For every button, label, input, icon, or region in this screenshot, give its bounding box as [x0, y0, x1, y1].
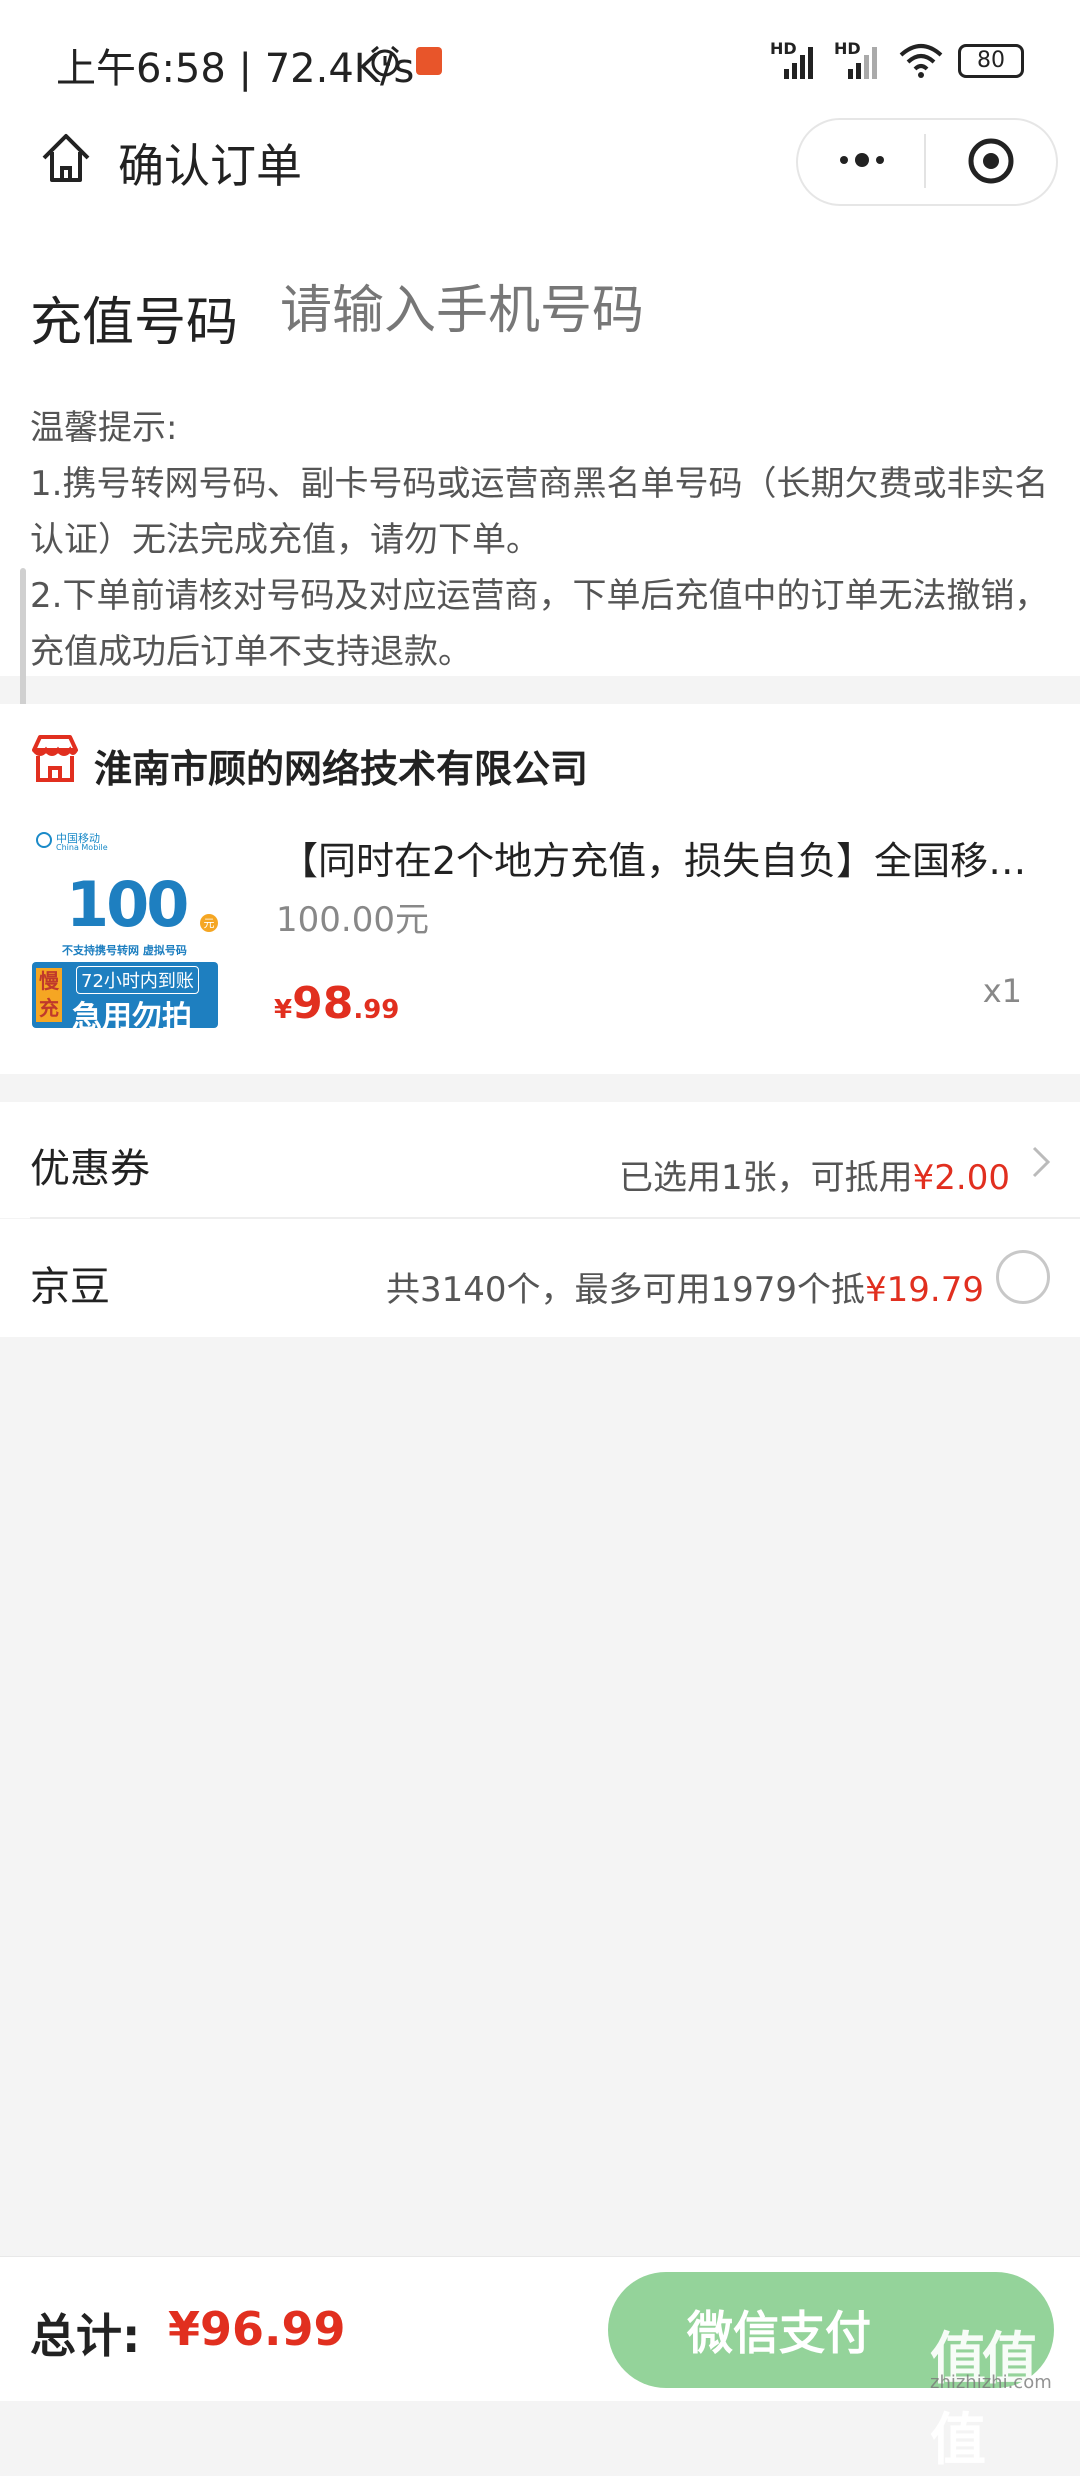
product-hours: 72小时内到账 [76, 966, 199, 994]
shop-name[interactable]: 淮南市顾的网络技术有限公司 [94, 738, 588, 793]
price-integer: 98 [292, 978, 354, 1029]
beans-value-amount: ¥19.79 [865, 1270, 984, 1310]
total-label: 总计: [30, 2309, 141, 2363]
beans-value: 共3140个，最多可用1979个抵¥19.79 [386, 1262, 984, 1311]
product-price: ¥98.99 [274, 978, 399, 1029]
battery-icon: 80 [958, 44, 1024, 78]
phone-label: 充值号码 [30, 293, 239, 353]
product-slogan: 急用勿拍 [72, 1000, 192, 1035]
product-title[interactable]: 【同时在2个地方充值，损失自负】全国移动话费100元 [280, 830, 1040, 885]
capsule-divider [924, 134, 926, 188]
phone-input[interactable] [278, 270, 1042, 352]
status-time-speed: 上午6:58 | 72.4K/s [56, 46, 415, 92]
product-note: 不支持携号转网 虚拟号码 [62, 944, 187, 957]
product-badge: 慢充 [36, 968, 62, 1022]
product-unit: 元 [200, 914, 218, 932]
more-icon[interactable] [832, 140, 892, 180]
shop-icon [28, 732, 82, 786]
coupon-value-text: 已选用1张，可抵用 [619, 1158, 913, 1198]
app-notification-icon [416, 47, 442, 75]
wifi-icon [898, 41, 944, 81]
tips-text: 温馨提示: 1.携号转网号码、副卡号码或运营商黑名单号码（长期欠费或非实名认证）… [30, 400, 1050, 680]
brand-logo: 中国移动 China Mobile [36, 830, 108, 860]
coupon-value-amount: ¥2.00 [912, 1158, 1010, 1198]
product-quantity: x1 [982, 972, 1022, 1010]
tips-line-2: 2.下单前请核对号码及对应运营商，下单后充值中的订单无法撤销，充值成功后订单不支… [30, 576, 1049, 672]
product-image[interactable]: 中国移动 China Mobile 100 元 不支持携号转网 虚拟号码 慢充 … [28, 822, 234, 1044]
watermark-sub: zhizhizhi.com [930, 2372, 1052, 2393]
price-decimal: .99 [353, 995, 400, 1025]
signal-1-icon: HD [770, 41, 820, 81]
close-target-icon[interactable] [966, 136, 1016, 186]
tips-line-1: 1.携号转网号码、副卡号码或运营商黑名单号码（长期欠费或非实名认证）无法完成充值… [30, 464, 1049, 560]
product-face-value: 100.00元 [276, 900, 429, 940]
alarm-icon [368, 44, 402, 78]
coupon-label: 优惠券 [30, 1146, 150, 1192]
product-amount: 100 [66, 868, 189, 941]
beans-radio[interactable] [996, 1250, 1050, 1304]
beans-label: 京豆 [30, 1264, 110, 1310]
home-icon[interactable] [36, 128, 96, 188]
product-banner: 慢充 72小时内到账 急用勿拍 [32, 962, 218, 1035]
total-value: ¥96.99 [168, 2302, 346, 2356]
page-title: 确认订单 [118, 139, 302, 193]
beans-value-text: 共3140个，最多可用1979个抵 [385, 1270, 866, 1310]
brand-en: China Mobile [56, 843, 108, 852]
tips-heading: 温馨提示: [30, 408, 178, 448]
status-icons: HD HD 80 [368, 38, 1024, 84]
signal-2-icon: HD [834, 41, 884, 81]
price-symbol: ¥ [274, 995, 293, 1025]
watermark: 值值值 [930, 2327, 1038, 2473]
coupon-value: 已选用1张，可抵用¥2.00 [619, 1150, 1010, 1199]
chevron-right-icon[interactable] [1026, 1140, 1056, 1184]
